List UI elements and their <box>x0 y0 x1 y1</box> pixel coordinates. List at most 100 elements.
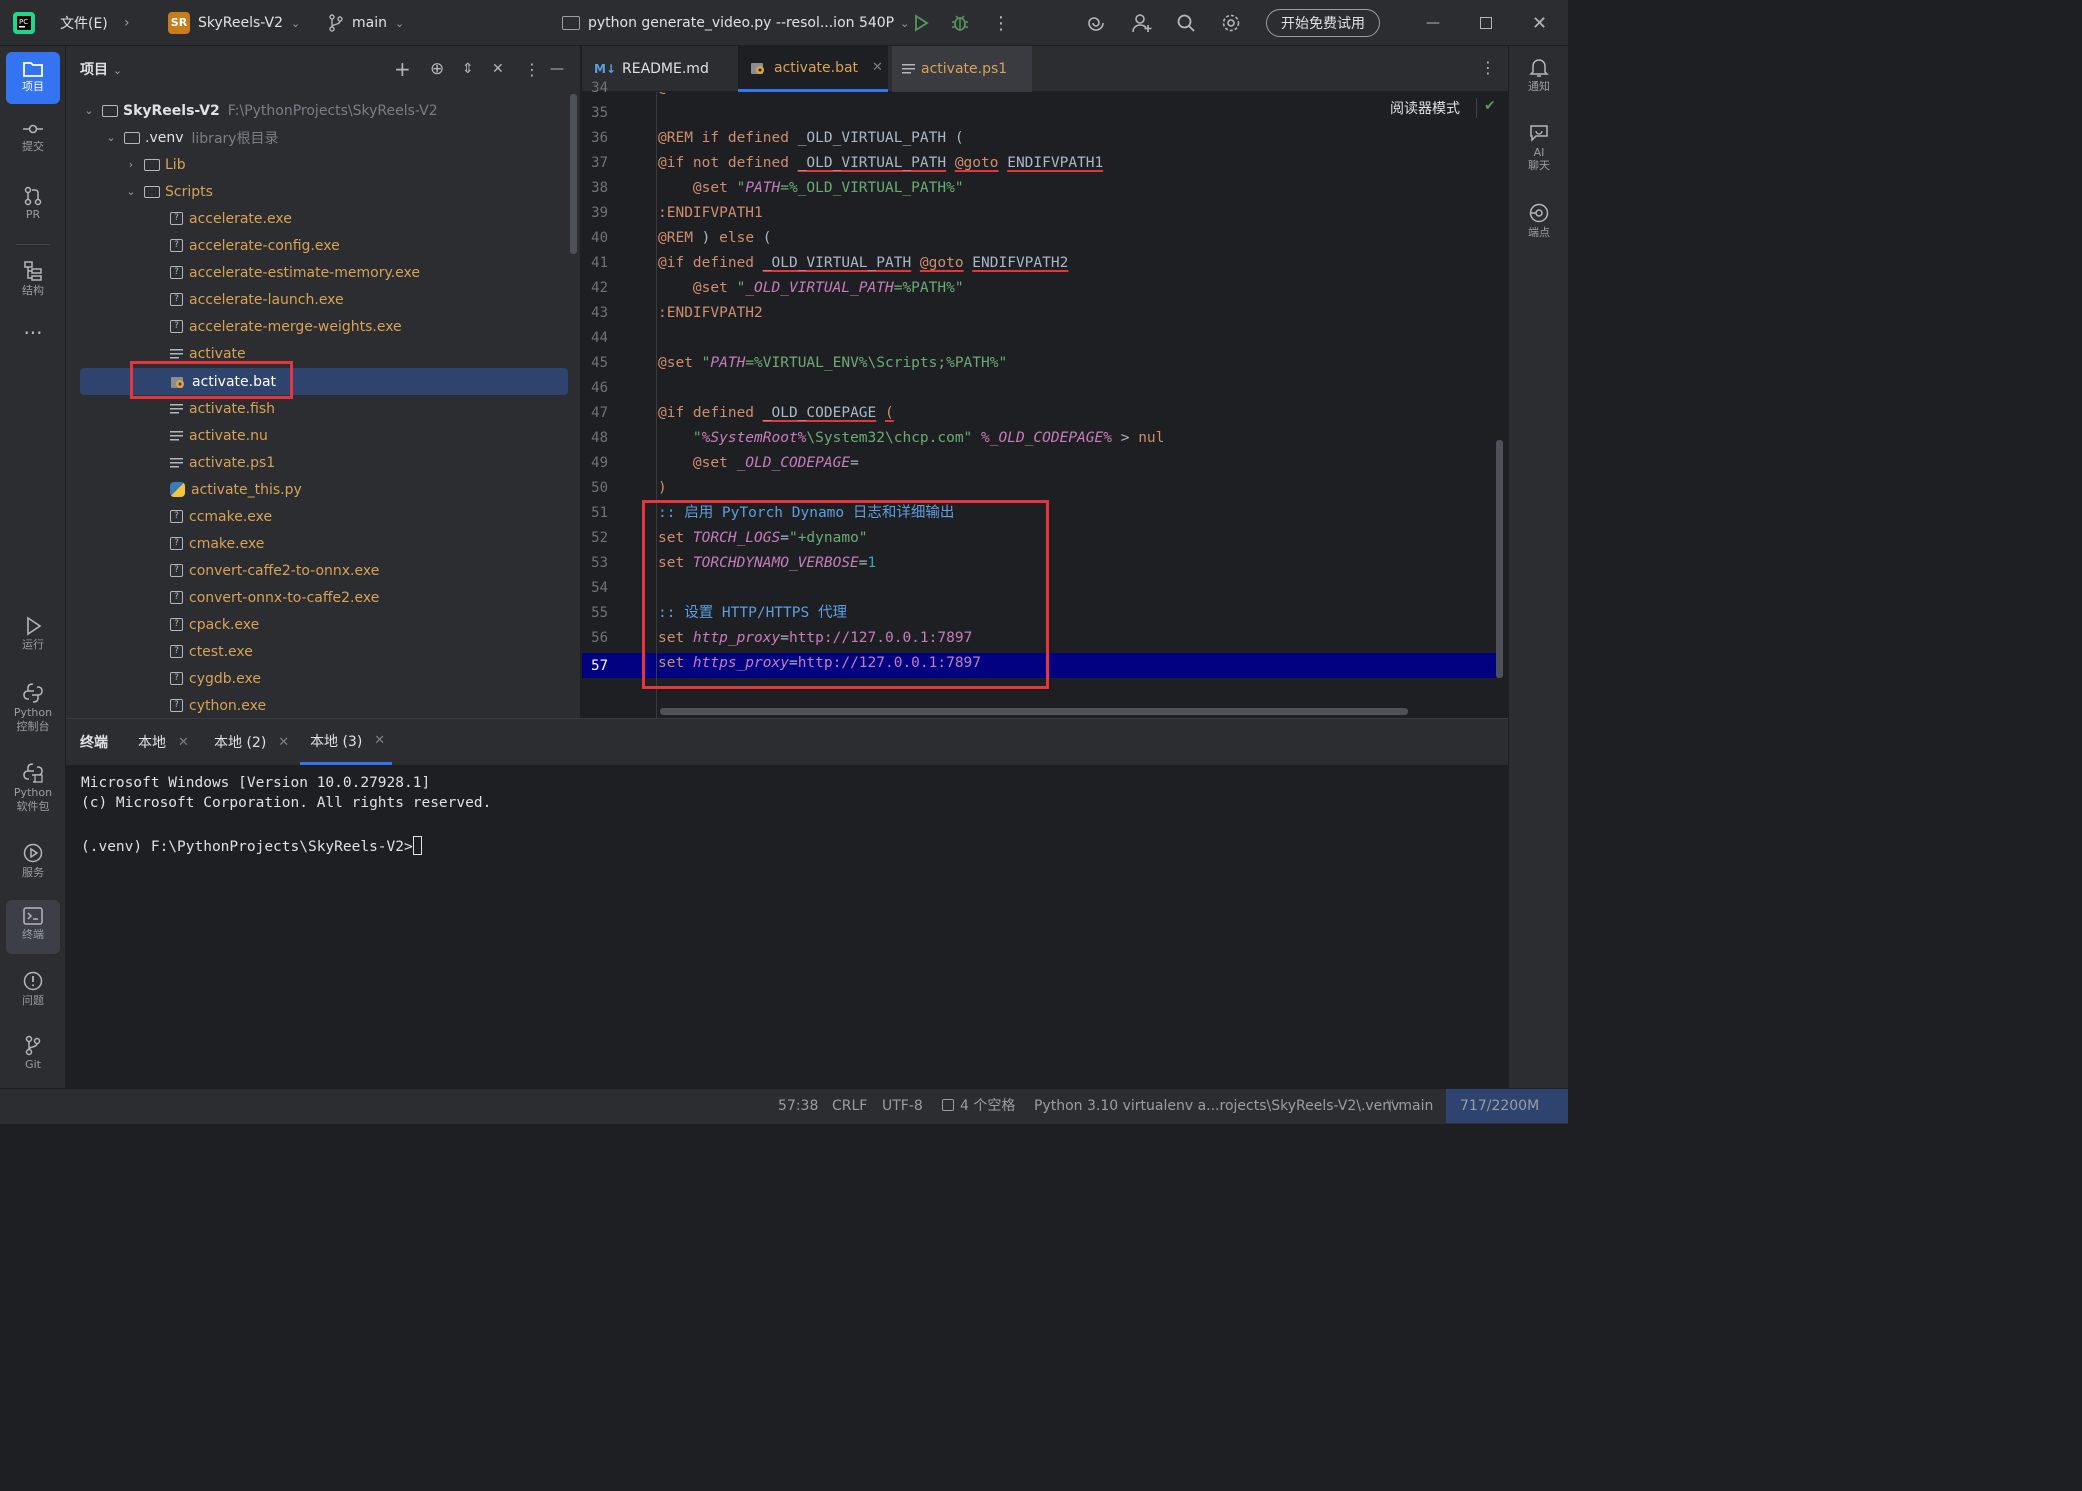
expand-all-icon[interactable]: ⇕ <box>462 61 474 77</box>
tree-item-project-root[interactable]: ⌄ SkyReels-V2 F:\PythonProjects\SkyReels… <box>66 97 571 124</box>
editor-horizontal-scrollbar[interactable] <box>660 708 1408 715</box>
ai-chat-icon <box>1530 125 1548 142</box>
more-actions-icon[interactable]: ⋮ <box>992 0 1010 46</box>
tool-run[interactable]: 运行 <box>6 616 60 652</box>
tool-problems[interactable]: 问题 <box>6 970 60 1008</box>
tree-item-file[interactable]: ? convert-caffe2-to-onnx.exe <box>66 557 571 584</box>
tree-item-scripts[interactable]: ⌄ Scripts <box>66 178 571 205</box>
unknown-file-icon: ? <box>170 266 183 279</box>
reader-mode-toggle[interactable]: 阅读器模式 <box>1390 98 1460 118</box>
close-window-icon[interactable]: ✕ <box>1532 0 1547 46</box>
git-branch-icon <box>25 1035 41 1056</box>
ai-assistant-button[interactable] <box>1086 0 1106 46</box>
code-with-me-button[interactable] <box>1131 0 1153 46</box>
tool-git[interactable]: Git <box>6 1034 60 1072</box>
folder-icon <box>144 185 160 198</box>
terminal-tab-local-3[interactable]: 本地 (3) ✕ <box>300 719 392 765</box>
options-icon[interactable]: ⋮ <box>524 60 540 79</box>
tool-terminal[interactable]: 终端 <box>6 900 60 954</box>
close-tab-icon[interactable]: ✕ <box>278 735 289 750</box>
terminal-tab-local-2[interactable]: 本地 (2) ✕ <box>214 719 289 765</box>
project-view-selector[interactable]: 项目 ⌄ <box>80 59 122 79</box>
more-tools-icon[interactable]: ··· <box>6 323 60 343</box>
terminal-tab-local[interactable]: 本地 ✕ <box>138 719 189 765</box>
indent-setting[interactable]: 4 个空格 <box>942 1089 1015 1123</box>
tool-python-console[interactable]: Python 控制台 <box>6 682 60 734</box>
app-logo[interactable]: PC <box>12 0 36 46</box>
minimize-window-icon[interactable]: — <box>1426 0 1440 46</box>
tab-activate-bat[interactable]: activate.bat ✕ <box>738 46 888 92</box>
search-everywhere-button[interactable] <box>1176 0 1196 46</box>
tree-item-activate-bat-selected[interactable]: activate.bat <box>80 368 568 395</box>
tool-commit[interactable]: 提交 <box>6 120 60 154</box>
tool-python-packages[interactable]: Python 软件包 <box>6 762 60 814</box>
inspection-ok-check-icon[interactable]: ✔ <box>1484 98 1496 114</box>
tree-item-file[interactable]: activate.ps1 <box>66 449 571 476</box>
start-trial-button[interactable]: 开始免费试用 <box>1266 0 1380 46</box>
tool-project[interactable]: 项目 <box>6 52 60 104</box>
tree-item-file[interactable]: ? cmake.exe <box>66 530 571 557</box>
tool-pull-requests[interactable]: PR <box>6 186 60 222</box>
code-line-45: @set "PATH=%VIRTUAL_ENV%\Scripts;%PATH%" <box>658 355 1008 371</box>
tool-ai-chat[interactable]: AI 聊天 <box>1513 122 1565 172</box>
close-tab-icon[interactable]: ✕ <box>178 735 189 750</box>
menu-expand-chevron-icon[interactable]: › <box>124 0 130 46</box>
tool-notifications[interactable]: 通知 <box>1513 56 1565 93</box>
tree-item-file[interactable]: ? accelerate-merge-weights.exe <box>66 313 571 340</box>
tool-services[interactable]: 服务 <box>6 842 60 880</box>
tree-item-lib[interactable]: › Lib <box>66 151 571 178</box>
svg-text:PC: PC <box>19 18 28 26</box>
terminal-output[interactable]: Microsoft Windows [Version 10.0.27928.1]… <box>66 765 1508 1089</box>
tree-item-file[interactable]: ? accelerate.exe <box>66 205 571 232</box>
main-menu-file[interactable]: 文件(E) <box>60 0 108 46</box>
project-scrollbar[interactable] <box>570 94 577 254</box>
project-selector[interactable]: SR SkyReels-V2 ⌄ <box>168 0 300 46</box>
tab-readme[interactable]: M↓ README.md <box>594 46 734 92</box>
editor-vertical-scrollbar[interactable] <box>1496 440 1503 678</box>
hide-panel-icon[interactable]: — <box>550 61 564 77</box>
debug-button[interactable] <box>950 0 970 46</box>
tree-item-file[interactable]: ? cpack.exe <box>66 611 571 638</box>
tree-item-file[interactable]: ? accelerate-config.exe <box>66 232 571 259</box>
chevron-down-icon: ⌄ <box>106 131 116 144</box>
tree-item-venv[interactable]: ⌄ .venv library根目录 <box>66 124 571 151</box>
python-interpreter[interactable]: Python 3.10 virtualenv a...rojects\SkyRe… <box>1034 1089 1399 1123</box>
chevron-down-icon: ⌄ <box>112 64 123 77</box>
maximize-window-icon[interactable] <box>1480 0 1492 46</box>
settings-button[interactable] <box>1221 0 1241 46</box>
caret-position[interactable]: 57:38 <box>778 1089 818 1123</box>
new-file-icon[interactable]: + <box>394 57 411 81</box>
code-line-52: set TORCH_LOGS="+dynamo" <box>658 530 868 546</box>
tree-item-file[interactable]: ? cygdb.exe <box>66 665 571 692</box>
tab-options-icon[interactable]: ⋮ <box>1480 58 1496 77</box>
memory-indicator[interactable]: 717/2200M <box>1446 1089 1568 1123</box>
tree-item-file[interactable]: activate_this.py <box>66 476 571 503</box>
tree-item-file[interactable]: ? accelerate-launch.exe <box>66 286 571 313</box>
tree-item-file[interactable]: ? accelerate-estimate-memory.exe <box>66 259 571 286</box>
tree-item-file[interactable]: ? cython.exe <box>66 692 571 718</box>
pull-request-icon <box>24 186 42 206</box>
tab-activate-ps1[interactable]: activate.ps1 <box>892 46 1032 92</box>
file-encoding[interactable]: UTF-8 <box>882 1089 923 1123</box>
tool-separator <box>16 244 50 245</box>
tree-item-file[interactable]: ? convert-onnx-to-caffe2.exe <box>66 584 571 611</box>
branch-selector[interactable]: main ⌄ <box>328 0 404 46</box>
tree-item-file[interactable]: activate.fish <box>66 395 571 422</box>
git-branch-status[interactable]: ᛘ main <box>1386 1089 1433 1123</box>
tree-item-file[interactable]: ? ccmake.exe <box>66 503 571 530</box>
code-content[interactable]: @set PYTHONHOME= @REM if defined _OLD_VI… <box>582 92 1496 718</box>
run-config-selector[interactable]: python generate_video.py --resol...ion 5… <box>562 0 909 46</box>
chevron-down-icon: ⌄ <box>84 104 94 117</box>
terminal-config-icon <box>562 16 580 30</box>
collapse-all-icon[interactable]: ✕ <box>492 61 504 77</box>
line-separator[interactable]: CRLF <box>832 1089 867 1123</box>
tool-structure[interactable]: 结构 <box>6 260 60 298</box>
tree-item-file[interactable]: activate.nu <box>66 422 571 449</box>
locate-file-icon[interactable]: ⊕ <box>430 59 444 79</box>
run-button[interactable] <box>912 0 930 46</box>
tree-item-file[interactable]: ? ctest.exe <box>66 638 571 665</box>
close-tab-icon[interactable]: ✕ <box>374 733 385 748</box>
tree-item-file[interactable]: activate <box>66 340 571 367</box>
close-tab-icon[interactable]: ✕ <box>872 60 883 75</box>
tool-endpoints[interactable]: 端点 <box>1513 202 1565 239</box>
